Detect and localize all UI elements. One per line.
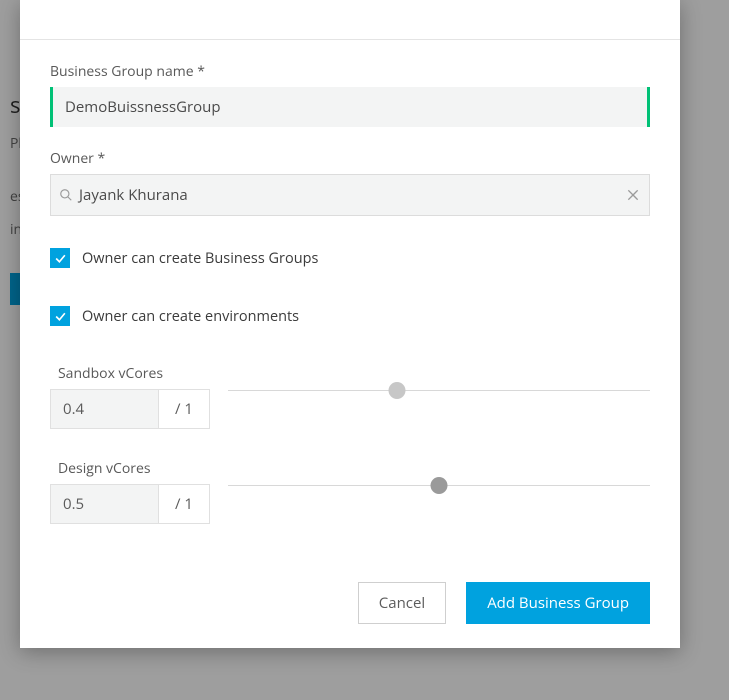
design-vcores-value-group: / 1 <box>50 484 210 524</box>
design-vcores-input[interactable] <box>51 485 159 523</box>
business-group-name-input[interactable] <box>53 87 647 127</box>
checkbox-label: Owner can create environments <box>82 307 299 326</box>
sandbox-vcores-input[interactable] <box>51 390 159 428</box>
modal-header <box>20 0 680 40</box>
search-icon <box>59 188 73 202</box>
owner-label: Owner * <box>50 149 650 168</box>
design-vcores-label: Design vCores <box>58 459 210 478</box>
sandbox-vcores-value-group: / 1 <box>50 389 210 429</box>
business-group-name-label: Business Group name * <box>50 62 650 81</box>
sandbox-vcores-max: / 1 <box>159 390 209 428</box>
checkbox-owner-create-groups[interactable]: Owner can create Business Groups <box>50 248 650 268</box>
owner-value: Jayank Khurana <box>79 185 625 205</box>
slider-thumb[interactable] <box>431 477 448 494</box>
checkbox[interactable] <box>50 248 70 268</box>
add-business-group-modal: Business Group name * Owner * Jayank Khu… <box>20 0 680 648</box>
design-vcores-max: / 1 <box>159 485 209 523</box>
cancel-button[interactable]: Cancel <box>358 582 446 624</box>
business-group-name-input-wrap <box>50 87 650 127</box>
slider-track <box>228 390 650 391</box>
close-icon[interactable] <box>625 187 641 203</box>
design-vcores-slider[interactable] <box>228 473 650 513</box>
checkbox-owner-create-environments[interactable]: Owner can create environments <box>50 306 650 326</box>
design-vcores-section: Design vCores / 1 <box>50 459 650 524</box>
owner-input-wrap[interactable]: Jayank Khurana <box>50 174 650 216</box>
modal-body: Business Group name * Owner * Jayank Khu… <box>20 40 680 564</box>
sandbox-vcores-label: Sandbox vCores <box>58 364 210 383</box>
add-business-group-button[interactable]: Add Business Group <box>466 582 650 624</box>
checkbox[interactable] <box>50 306 70 326</box>
check-icon <box>54 310 67 323</box>
sandbox-vcores-section: Sandbox vCores / 1 <box>50 364 650 429</box>
check-icon <box>54 252 67 265</box>
sandbox-vcores-slider[interactable] <box>228 378 650 418</box>
field-owner: Owner * Jayank Khurana <box>50 149 650 216</box>
field-business-group-name: Business Group name * <box>50 62 650 127</box>
slider-thumb[interactable] <box>388 382 405 399</box>
checkbox-label: Owner can create Business Groups <box>82 249 318 268</box>
modal-footer: Cancel Add Business Group <box>20 564 680 648</box>
